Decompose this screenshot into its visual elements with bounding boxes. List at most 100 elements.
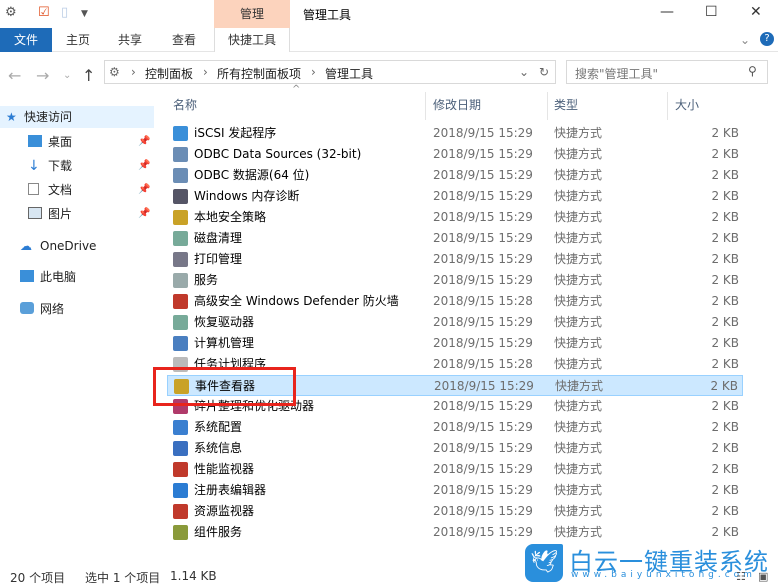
file-size: 2 KB bbox=[710, 379, 738, 393]
column-divider[interactable] bbox=[425, 92, 426, 120]
file-size: 2 KB bbox=[711, 357, 739, 371]
tab-share[interactable]: 共享 bbox=[112, 28, 148, 52]
column-header-size[interactable]: 大小 bbox=[675, 96, 699, 116]
file-date: 2018/9/15 15:29 bbox=[433, 336, 533, 350]
file-type: 快捷方式 bbox=[554, 483, 603, 497]
sidebar-item-downloads[interactable]: ↓ 下载 📌 bbox=[0, 155, 154, 177]
column-divider[interactable] bbox=[547, 92, 548, 120]
file-row[interactable]: iSCSI 发起程序 2018/9/15 15:29 快捷方式 2 KB bbox=[167, 123, 743, 144]
sidebar-item-label: 文档 bbox=[48, 183, 73, 197]
file-size: 2 KB bbox=[711, 189, 739, 203]
file-size: 2 KB bbox=[711, 462, 739, 476]
column-divider[interactable] bbox=[667, 92, 668, 120]
breadcrumb-all-items[interactable]: 所有控制面板项 bbox=[217, 65, 301, 82]
file-row[interactable]: 系统配置 2018/9/15 15:29 快捷方式 2 KB bbox=[167, 417, 743, 438]
help-icon[interactable]: ? bbox=[760, 32, 774, 46]
tab-view[interactable]: 查看 bbox=[166, 28, 202, 52]
file-row[interactable]: 注册表编辑器 2018/9/15 15:29 快捷方式 2 KB bbox=[167, 480, 743, 501]
file-row[interactable]: 系统信息 2018/9/15 15:29 快捷方式 2 KB bbox=[167, 438, 743, 459]
pin-icon[interactable]: 📌 bbox=[138, 131, 150, 153]
sidebar-item-label: 此电脑 bbox=[40, 270, 77, 284]
properties-icon[interactable]: ☑ bbox=[38, 5, 50, 20]
file-row[interactable]: 资源监视器 2018/9/15 15:29 快捷方式 2 KB bbox=[167, 501, 743, 522]
file-size: 2 KB bbox=[711, 273, 739, 287]
file-type: 快捷方式 bbox=[554, 504, 603, 518]
address-bar[interactable]: ⚙ › 控制面板 › 所有控制面板项 › 管理工具 ⌄ ↻ bbox=[104, 60, 556, 84]
new-folder-icon[interactable]: ▯ bbox=[61, 5, 68, 20]
file-row[interactable]: 打印管理 2018/9/15 15:29 快捷方式 2 KB bbox=[167, 249, 743, 270]
expand-ribbon-icon[interactable]: ⌄ bbox=[740, 33, 750, 47]
forward-button[interactable]: → bbox=[36, 66, 49, 85]
file-size: 2 KB bbox=[711, 210, 739, 224]
file-size: 2 KB bbox=[711, 168, 739, 182]
file-size: 2 KB bbox=[711, 315, 739, 329]
file-name: 系统信息 bbox=[194, 441, 243, 455]
file-name: ODBC Data Sources (32-bit) bbox=[194, 147, 362, 161]
sidebar-item-documents[interactable]: 文档 📌 bbox=[0, 179, 154, 201]
sidebar-item-label: 桌面 bbox=[48, 135, 73, 149]
file-size: 2 KB bbox=[711, 504, 739, 518]
tab-home[interactable]: 主页 bbox=[60, 28, 96, 52]
sidebar-item-pictures[interactable]: 图片 📌 bbox=[0, 203, 154, 225]
navigation-pane: ★ 快速访问 桌面 📌 ↓ 下载 📌 文档 📌 图片 📌 ☁ OneDrive 此电脑 网络 bbox=[0, 96, 154, 566]
back-button[interactable]: ← bbox=[8, 66, 21, 85]
maximize-button[interactable]: ☐ bbox=[705, 4, 718, 20]
file-row[interactable]: 服务 2018/9/15 15:29 快捷方式 2 KB bbox=[167, 270, 743, 291]
details-view-button[interactable]: ☷ bbox=[736, 570, 746, 583]
file-row[interactable]: 磁盘清理 2018/9/15 15:29 快捷方式 2 KB bbox=[167, 228, 743, 249]
pin-icon[interactable]: 📌 bbox=[138, 155, 150, 177]
file-type: 快捷方式 bbox=[554, 189, 603, 203]
refresh-icon[interactable]: ↻ bbox=[539, 65, 549, 79]
tab-shortcut-tools[interactable]: 快捷工具 bbox=[214, 28, 290, 52]
file-size: 2 KB bbox=[711, 336, 739, 350]
file-date: 2018/9/15 15:29 bbox=[433, 525, 533, 539]
close-button[interactable]: ✕ bbox=[750, 4, 762, 20]
shortcut-icon bbox=[173, 126, 188, 141]
file-row[interactable]: 恢复驱动器 2018/9/15 15:29 快捷方式 2 KB bbox=[167, 312, 743, 333]
sidebar-item-this-pc[interactable]: 此电脑 bbox=[0, 266, 154, 288]
desktop-icon bbox=[28, 135, 42, 147]
shortcut-icon bbox=[173, 462, 188, 477]
file-row[interactable]: 性能监视器 2018/9/15 15:29 快捷方式 2 KB bbox=[167, 459, 743, 480]
chevron-right-icon: › bbox=[131, 65, 136, 79]
file-type: 快捷方式 bbox=[554, 420, 603, 434]
file-row[interactable]: Windows 内存诊断 2018/9/15 15:29 快捷方式 2 KB bbox=[167, 186, 743, 207]
shortcut-icon bbox=[173, 483, 188, 498]
up-button[interactable]: ↑ bbox=[82, 66, 95, 85]
file-type: 快捷方式 bbox=[554, 441, 603, 455]
file-name: 资源监视器 bbox=[194, 504, 255, 518]
sidebar-item-desktop[interactable]: 桌面 📌 bbox=[0, 131, 154, 153]
sort-ascending-icon: ^ bbox=[292, 84, 301, 95]
large-icons-view-button[interactable]: ▣ bbox=[758, 570, 768, 583]
search-input[interactable]: 搜索"管理工具" bbox=[566, 60, 768, 84]
file-row[interactable]: 组件服务 2018/9/15 15:29 快捷方式 2 KB bbox=[167, 522, 743, 543]
shortcut-icon bbox=[173, 147, 188, 162]
column-header-name[interactable]: 名称 bbox=[173, 96, 197, 116]
sidebar-item-onedrive[interactable]: ☁ OneDrive bbox=[0, 235, 154, 257]
sidebar-item-network[interactable]: 网络 bbox=[0, 298, 154, 320]
file-row[interactable]: 高级安全 Windows Defender 防火墙 2018/9/15 15:2… bbox=[167, 291, 743, 312]
file-name: 系统配置 bbox=[194, 420, 243, 434]
tab-file[interactable]: 文件 bbox=[0, 28, 52, 52]
file-row[interactable]: ODBC Data Sources (32-bit) 2018/9/15 15:… bbox=[167, 144, 743, 165]
file-row[interactable]: 本地安全策略 2018/9/15 15:29 快捷方式 2 KB bbox=[167, 207, 743, 228]
pin-icon[interactable]: 📌 bbox=[138, 179, 150, 201]
file-type: 快捷方式 bbox=[554, 231, 603, 245]
customize-toolbar-icon[interactable]: ▼ bbox=[81, 9, 88, 19]
file-type: 快捷方式 bbox=[554, 126, 603, 140]
breadcrumb-control-panel[interactable]: 控制面板 bbox=[145, 65, 193, 82]
column-header-type[interactable]: 类型 bbox=[554, 96, 578, 116]
pin-icon[interactable]: 📌 bbox=[138, 203, 150, 225]
dropdown-icon[interactable]: ⌄ bbox=[519, 65, 529, 79]
file-size: 2 KB bbox=[711, 525, 739, 539]
file-row[interactable]: 计算机管理 2018/9/15 15:29 快捷方式 2 KB bbox=[167, 333, 743, 354]
column-header-date[interactable]: 修改日期 bbox=[433, 96, 481, 116]
file-name: 性能监视器 bbox=[194, 462, 255, 476]
gear-icon[interactable]: ⚙ bbox=[5, 5, 17, 20]
sidebar-item-quick-access[interactable]: ★ 快速访问 bbox=[0, 106, 154, 128]
file-date: 2018/9/15 15:28 bbox=[433, 294, 533, 308]
recent-dropdown-icon[interactable]: ⌄ bbox=[63, 70, 71, 81]
file-row[interactable]: ODBC 数据源(64 位) 2018/9/15 15:29 快捷方式 2 KB bbox=[167, 165, 743, 186]
breadcrumb-admin-tools[interactable]: 管理工具 bbox=[325, 65, 373, 82]
minimize-button[interactable]: — bbox=[660, 4, 674, 20]
